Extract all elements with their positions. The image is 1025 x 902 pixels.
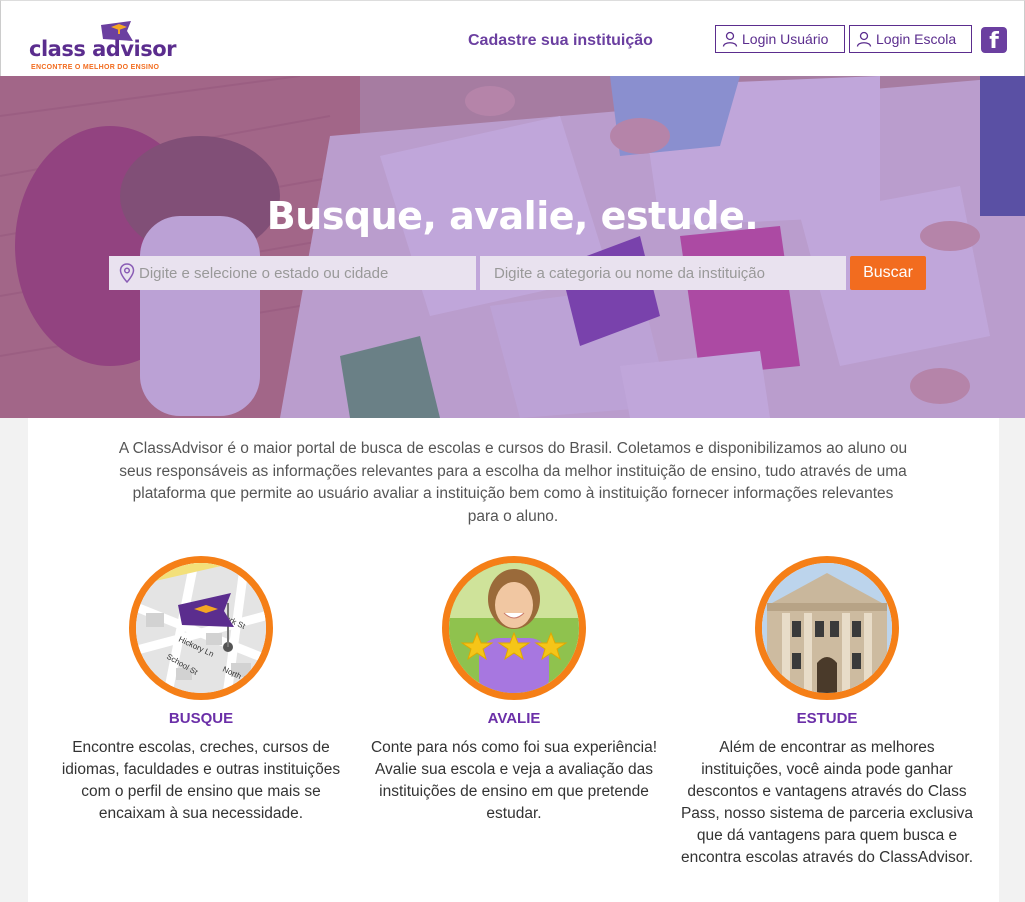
facebook-icon[interactable]: f bbox=[981, 27, 1007, 53]
login-school-label: Login Escola bbox=[876, 31, 957, 47]
university-building-illustration bbox=[762, 563, 892, 693]
feature-estude: ESTUDE Além de encontrar as melhores ins… bbox=[677, 556, 977, 869]
feature-text-avalie: Conte para nós como foi sua experiência!… bbox=[370, 739, 658, 822]
feature-text-estude: Além de encontrar as melhores instituiçõ… bbox=[680, 739, 974, 866]
login-user-button[interactable]: Login Usuário bbox=[715, 25, 845, 53]
busque-map-image: Park St Hickory Ln School St North St Wo… bbox=[129, 556, 273, 700]
classadvisor-logo[interactable]: class advisor ENCONTRE O MELHOR DO ENSIN… bbox=[29, 19, 177, 75]
feature-title-estude: ESTUDE bbox=[796, 710, 858, 727]
feature-avalie: AVALIE Conte para nós como foi sua exper… bbox=[364, 556, 664, 825]
user-icon bbox=[722, 31, 738, 47]
map-illustration: Park St Hickory Ln School St North St Wo… bbox=[136, 563, 266, 693]
hero-title: Busque, avalie, estude. bbox=[266, 194, 759, 238]
feature-busque: Park St Hickory Ln School St North St Wo… bbox=[51, 556, 351, 825]
logo-tagline: ENCONTRE O MELHOR DO ENSINO bbox=[31, 64, 160, 71]
hero-banner: Busque, avalie, estude. Buscar bbox=[0, 76, 1025, 418]
category-search-input[interactable] bbox=[494, 264, 846, 282]
intro-paragraph: A ClassAdvisor é o maior portal de busca… bbox=[118, 440, 908, 525]
login-school-button[interactable]: Login Escola bbox=[849, 25, 972, 53]
avalie-photo bbox=[442, 556, 586, 700]
location-search-input[interactable] bbox=[139, 264, 476, 282]
category-search-field[interactable] bbox=[480, 256, 846, 290]
main-content: A ClassAdvisor é o maior portal de busca… bbox=[28, 418, 999, 902]
feature-title-avalie: AVALIE bbox=[487, 710, 541, 727]
feature-text-busque: Encontre escolas, creches, cursos de idi… bbox=[61, 739, 341, 822]
login-user-label: Login Usuário bbox=[742, 31, 829, 47]
hero-overlay bbox=[0, 76, 1025, 418]
search-button[interactable]: Buscar bbox=[850, 256, 926, 290]
location-pin-icon bbox=[119, 263, 135, 283]
logo-wordmark: class advisor bbox=[29, 37, 177, 61]
estude-building-photo bbox=[755, 556, 899, 700]
register-institution-link[interactable]: Cadastre sua instituição bbox=[468, 32, 653, 50]
location-search-field[interactable] bbox=[109, 256, 476, 290]
user-icon bbox=[856, 31, 872, 47]
student-with-stars-illustration bbox=[449, 563, 579, 693]
feature-title-busque: BUSQUE bbox=[168, 710, 234, 727]
site-header: class advisor ENCONTRE O MELHOR DO ENSIN… bbox=[0, 0, 1025, 76]
